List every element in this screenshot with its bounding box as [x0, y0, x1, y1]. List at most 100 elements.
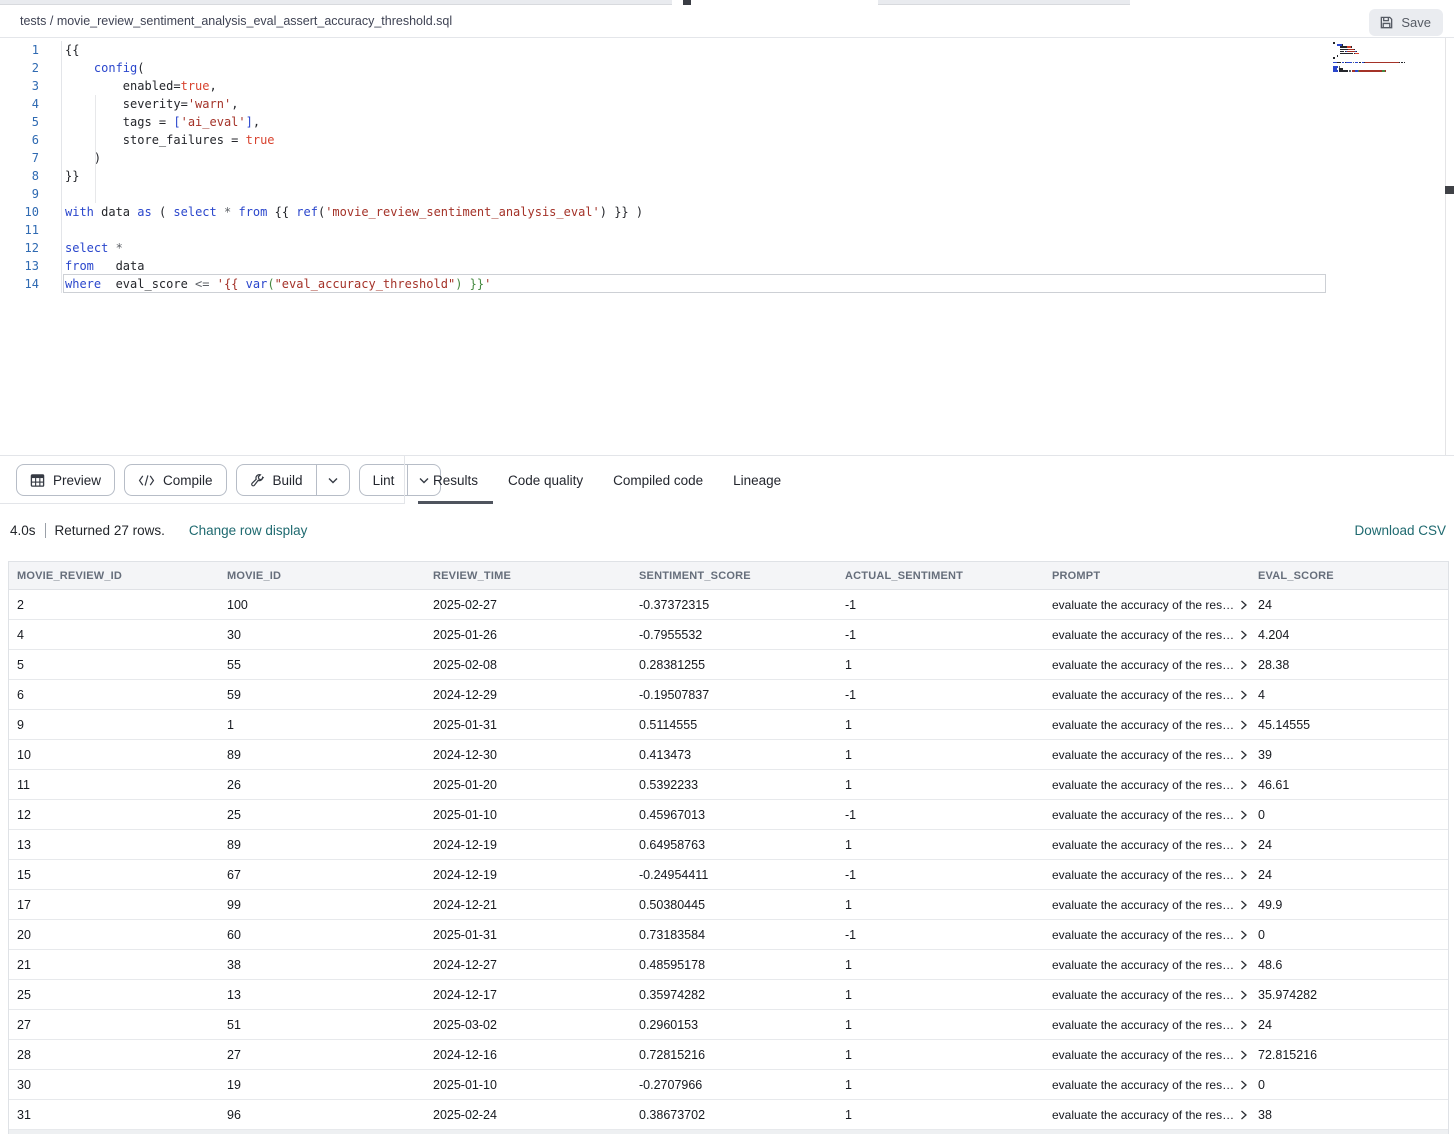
- table-row[interactable]: 6592024-12-29-0.19507837-1evaluate the a…: [9, 680, 1448, 710]
- code-line[interactable]: 4 severity='warn',: [0, 95, 643, 113]
- change-row-display-link[interactable]: Change row display: [189, 523, 308, 538]
- line-number: 10: [0, 203, 62, 221]
- table-row[interactable]: 4302025-01-26-0.7955532-1evaluate the ac…: [9, 620, 1448, 650]
- code-line[interactable]: 11: [0, 221, 643, 239]
- table-row[interactable]: 30192025-01-10-0.27079661evaluate the ac…: [9, 1070, 1448, 1100]
- prompt-cell: evaluate the accuracy of the res…: [1044, 598, 1250, 612]
- code-line[interactable]: 2 config(: [0, 59, 643, 77]
- expand-prompt-icon[interactable]: [1240, 1050, 1248, 1060]
- expand-prompt-icon[interactable]: [1240, 810, 1248, 820]
- code-line[interactable]: 7 ): [0, 149, 643, 167]
- expand-prompt-icon[interactable]: [1240, 690, 1248, 700]
- prompt-text: evaluate the accuracy of the res…: [1052, 928, 1234, 942]
- save-icon: [1379, 15, 1394, 30]
- expand-prompt-icon[interactable]: [1240, 1080, 1248, 1090]
- download-csv-link[interactable]: Download CSV: [1354, 523, 1446, 538]
- column-header[interactable]: ACTUAL_SENTIMENT: [837, 570, 1044, 582]
- table-row[interactable]: 20602025-01-310.73183584-1evaluate the a…: [9, 920, 1448, 950]
- tab-results[interactable]: Results: [418, 456, 493, 504]
- preview-label: Preview: [53, 473, 101, 488]
- tab-compiled-code[interactable]: Compiled code: [598, 456, 718, 504]
- table-row[interactable]: 10892024-12-300.4134731evaluate the accu…: [9, 740, 1448, 770]
- table-cell: 0.5392233: [631, 778, 837, 792]
- table-cell: -0.24954411: [631, 868, 837, 882]
- expand-prompt-icon[interactable]: [1240, 600, 1248, 610]
- table-cell: 0.45967013: [631, 808, 837, 822]
- editor-minimap[interactable]: [1333, 42, 1433, 73]
- expand-prompt-icon[interactable]: [1240, 990, 1248, 1000]
- code-line[interactable]: 13from data: [0, 257, 643, 275]
- table-cell: 2024-12-27: [425, 958, 631, 972]
- table-cell: 13: [219, 988, 425, 1002]
- code-brackets-icon: [138, 474, 155, 487]
- table-cell: -1: [837, 598, 1044, 612]
- table-row[interactable]: 21002025-02-27-0.37372315-1evaluate the …: [9, 590, 1448, 620]
- line-number: 5: [0, 113, 62, 131]
- expand-prompt-icon[interactable]: [1240, 750, 1248, 760]
- table-cell: 2025-02-08: [425, 658, 631, 672]
- table-row[interactable]: 11262025-01-200.53922331evaluate the acc…: [9, 770, 1448, 800]
- column-header[interactable]: SENTIMENT_SCORE: [631, 570, 837, 582]
- table-row[interactable]: 21382024-12-270.485951781evaluate the ac…: [9, 950, 1448, 980]
- scrollbar-thumb[interactable]: [1445, 186, 1454, 194]
- table-cell: 31: [9, 1108, 219, 1122]
- build-dropdown-toggle[interactable]: [316, 465, 349, 495]
- expand-prompt-icon[interactable]: [1240, 780, 1248, 790]
- prompt-text: evaluate the accuracy of the res…: [1052, 838, 1234, 852]
- prompt-cell: evaluate the accuracy of the res…: [1044, 868, 1250, 882]
- table-row[interactable]: 12252025-01-100.45967013-1evaluate the a…: [9, 800, 1448, 830]
- table-cell: 1: [837, 1108, 1044, 1122]
- table-cell: 6: [9, 688, 219, 702]
- chevron-down-icon: [328, 477, 338, 484]
- table-cell: 2: [9, 598, 219, 612]
- code-line[interactable]: 3 enabled=true,: [0, 77, 643, 95]
- prompt-text: evaluate the accuracy of the res…: [1052, 718, 1234, 732]
- table-row[interactable]: 17992024-12-210.503804451evaluate the ac…: [9, 890, 1448, 920]
- prompt-cell: evaluate the accuracy of the res…: [1044, 778, 1250, 792]
- expand-prompt-icon[interactable]: [1240, 930, 1248, 940]
- compile-button[interactable]: Compile: [124, 464, 227, 496]
- expand-prompt-icon[interactable]: [1240, 960, 1248, 970]
- build-button[interactable]: Build: [236, 464, 350, 496]
- column-header[interactable]: PROMPT: [1044, 570, 1250, 582]
- table-row[interactable]: 5552025-02-080.283812551evaluate the acc…: [9, 650, 1448, 680]
- expand-prompt-icon[interactable]: [1240, 1020, 1248, 1030]
- code-line[interactable]: 6 store_failures = true: [0, 131, 643, 149]
- column-header[interactable]: MOVIE_REVIEW_ID: [9, 570, 219, 582]
- code-line[interactable]: 10with data as ( select * from {{ ref('m…: [0, 203, 643, 221]
- table-row[interactable]: 13892024-12-190.649587631evaluate the ac…: [9, 830, 1448, 860]
- table-row[interactable]: 28272024-12-160.728152161evaluate the ac…: [9, 1040, 1448, 1070]
- preview-button[interactable]: Preview: [16, 464, 115, 496]
- expand-prompt-icon[interactable]: [1240, 630, 1248, 640]
- table-row[interactable]: 912025-01-310.51145551evaluate the accur…: [9, 710, 1448, 740]
- code-line[interactable]: 12select *: [0, 239, 643, 257]
- column-header[interactable]: REVIEW_TIME: [425, 570, 631, 582]
- column-header[interactable]: EVAL_SCORE: [1250, 570, 1448, 582]
- code-line[interactable]: 1{{: [0, 41, 643, 59]
- code-line[interactable]: 5 tags = ['ai_eval'],: [0, 113, 643, 131]
- table-row[interactable]: 27512025-03-020.29601531evaluate the acc…: [9, 1010, 1448, 1040]
- expand-prompt-icon[interactable]: [1240, 840, 1248, 850]
- code-line[interactable]: 9: [0, 185, 643, 203]
- tab-code-quality[interactable]: Code quality: [493, 456, 598, 504]
- code-line[interactable]: 14where eval_score <= '{{ var("eval_accu…: [0, 275, 643, 293]
- expand-prompt-icon[interactable]: [1240, 1110, 1248, 1120]
- code-line[interactable]: 8}}: [0, 167, 643, 185]
- expand-prompt-icon[interactable]: [1240, 900, 1248, 910]
- code-editor[interactable]: 1{{2 config(3 enabled=true,4 severity='w…: [0, 38, 1454, 455]
- table-row[interactable]: 15672024-12-19-0.24954411-1evaluate the …: [9, 860, 1448, 890]
- expand-prompt-icon[interactable]: [1240, 720, 1248, 730]
- table-cell: 21: [9, 958, 219, 972]
- tab-lineage[interactable]: Lineage: [718, 456, 796, 504]
- line-number: 13: [0, 257, 62, 275]
- prompt-text: evaluate the accuracy of the res…: [1052, 808, 1234, 822]
- table-row[interactable]: 31962025-02-240.386737021evaluate the ac…: [9, 1100, 1448, 1130]
- table-cell: 4: [9, 628, 219, 642]
- save-button[interactable]: Save: [1369, 9, 1443, 36]
- table-cell: 0.38673702: [631, 1108, 837, 1122]
- table-row[interactable]: 25132024-12-170.359742821evaluate the ac…: [9, 980, 1448, 1010]
- expand-prompt-icon[interactable]: [1240, 870, 1248, 880]
- results-status-bar: 4.0s Returned 27 rows. Change row displa…: [0, 504, 1454, 561]
- expand-prompt-icon[interactable]: [1240, 660, 1248, 670]
- column-header[interactable]: MOVIE_ID: [219, 570, 425, 582]
